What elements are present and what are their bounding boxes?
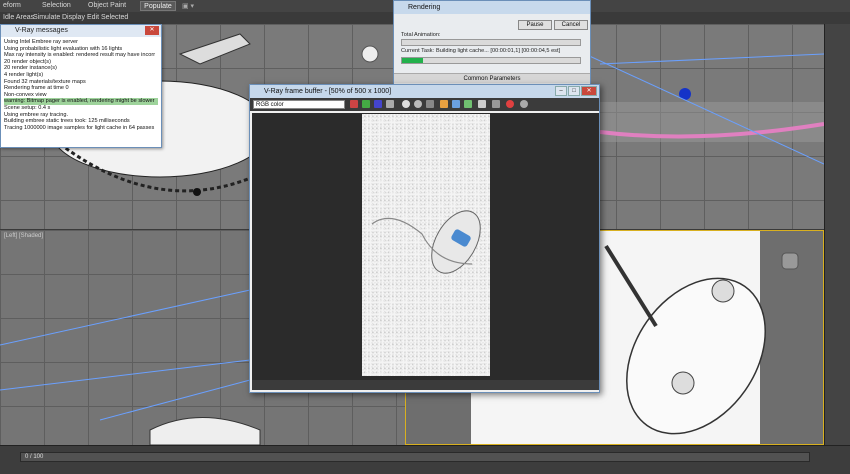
history-icon[interactable] [478, 100, 486, 108]
command-panel[interactable] [824, 24, 850, 466]
cancel-button[interactable]: Cancel [554, 20, 588, 30]
subtab-idle-areas[interactable]: Idle Areas [3, 14, 34, 21]
vfb-titlebar[interactable]: V-Ray frame buffer - [50% of 500 x 1000]… [250, 85, 599, 98]
ribbon-dropdown-icon[interactable]: ▣ ▾ [182, 2, 194, 10]
current-task-value: Building light cache... [00:00:01,1] [00… [436, 48, 561, 54]
log-line: Using probabilistic light evaluation wit… [4, 45, 123, 52]
vray-messages-log[interactable]: Using Intel Embree ray server Using proba… [1, 37, 161, 147]
log-line: 4 render light(s) [4, 71, 44, 78]
timeline-frame-label: 0 / 100 [25, 454, 44, 460]
rendered-image [362, 114, 490, 376]
log-line: Tracing 1000000 image samples for light … [4, 124, 155, 131]
minimize-icon[interactable]: – [555, 86, 567, 96]
close-icon[interactable]: ✕ [581, 86, 597, 96]
clear-image-icon[interactable] [426, 100, 434, 108]
vfb-canvas[interactable] [252, 113, 599, 381]
teapot-render-icon[interactable] [520, 100, 528, 108]
log-line: Non-convex view [4, 91, 47, 98]
log-line: Rendering frame at time 0 [4, 85, 69, 92]
vfb-toolbar: RGB color [250, 98, 599, 111]
vray-messages-window[interactable]: V-Ray messages ✕ Using Intel Embree ray … [0, 24, 162, 148]
current-task-label: Current Task: [401, 48, 435, 54]
tab-populate[interactable]: Populate [140, 1, 176, 11]
total-animation-label: Total Animation: [401, 32, 441, 38]
current-task-progress-fill [402, 58, 424, 63]
tab-object-paint[interactable]: Object Paint [88, 2, 126, 9]
green-channel-icon[interactable] [362, 100, 370, 108]
vfb-bottom-toolbar[interactable] [252, 380, 599, 390]
current-task-progress [401, 57, 581, 64]
window-controls: – □ ✕ [555, 86, 597, 96]
vray-messages-titlebar[interactable]: V-Ray messages ✕ [1, 25, 161, 37]
pause-button[interactable]: Pause [518, 20, 552, 30]
tab-freeform[interactable]: eform [3, 2, 21, 9]
vray-frame-buffer-window[interactable]: V-Ray frame buffer - [50% of 500 x 1000]… [249, 84, 600, 393]
log-line: 20 render object(s) [4, 58, 51, 65]
timeline-slider[interactable]: 0 / 100 [20, 452, 810, 462]
subtab-edit-selected[interactable]: Edit Selected [87, 14, 128, 21]
track-mouse-icon[interactable] [452, 100, 460, 108]
log-line: Max ray intensity is enabled: rendered r… [4, 52, 156, 59]
rendering-titlebar[interactable]: Rendering [394, 1, 590, 14]
log-line: 20 render instance(s) [4, 65, 57, 72]
subtab-display[interactable]: Display [62, 14, 85, 21]
status-bar: 0 / 100 [0, 445, 850, 474]
link-to-vfb-icon[interactable] [464, 100, 472, 108]
log-line: Scene setup: 0.4 s [4, 104, 51, 111]
blue-channel-icon[interactable] [374, 100, 382, 108]
channel-select[interactable]: RGB color [253, 100, 345, 109]
total-animation-progress [401, 39, 581, 46]
load-image-icon[interactable] [414, 100, 422, 108]
maximize-icon[interactable]: □ [568, 86, 580, 96]
log-line: Found 32 materials/texture maps [4, 78, 86, 85]
log-line: warning: Bitmap pager is enabled, render… [4, 98, 158, 105]
common-parameters-section[interactable]: Common Parameters [394, 73, 590, 83]
close-icon[interactable]: ✕ [145, 26, 159, 35]
red-channel-icon[interactable] [350, 100, 358, 108]
tab-selection[interactable]: Selection [42, 2, 71, 9]
alpha-channel-icon[interactable] [386, 100, 394, 108]
save-image-icon[interactable] [402, 100, 410, 108]
vfb-title: V-Ray frame buffer - [50% of 500 x 1000] [264, 88, 392, 95]
log-line: Building embree static trees took: 125 m… [4, 118, 130, 125]
lens-effects-icon[interactable] [492, 100, 500, 108]
log-line: Using embree ray tracing. [4, 111, 69, 118]
rendering-progress-window[interactable]: Rendering Pause Cancel Total Animation: … [393, 0, 591, 86]
rendering-title: Rendering [408, 4, 441, 11]
subtab-simulate[interactable]: Simulate [33, 14, 60, 21]
log-line: Using Intel Embree ray server [4, 39, 78, 45]
vray-messages-title: V-Ray messages [15, 27, 68, 34]
render-progress-preview [371, 210, 481, 274]
render-stop-icon[interactable] [506, 100, 514, 108]
region-render-icon[interactable] [440, 100, 448, 108]
